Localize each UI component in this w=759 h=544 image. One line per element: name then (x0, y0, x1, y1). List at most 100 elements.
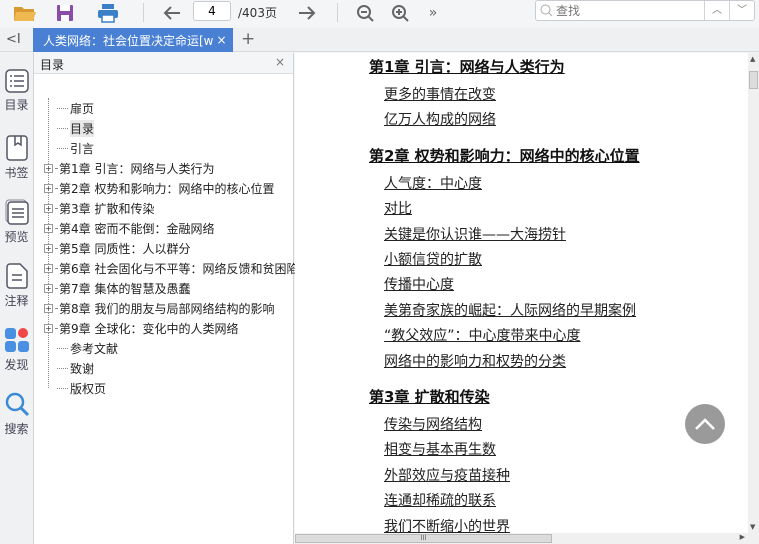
section-link[interactable]: 关键是你认识谁——大海捞针 (384, 224, 566, 244)
section-link[interactable]: 美第奇家族的崛起：人际网络的早期案例 (384, 300, 636, 320)
section-link[interactable]: 人气度：中心度 (384, 173, 482, 193)
toc-item[interactable]: 目录 (44, 118, 95, 138)
expand-icon[interactable]: + (44, 223, 53, 233)
search-input[interactable] (556, 1, 704, 20)
expand-icon[interactable]: + (44, 203, 53, 213)
open-folder-icon[interactable] (12, 2, 38, 24)
section-link[interactable]: 外部效应与疫苗接种 (384, 465, 510, 485)
toc-item[interactable]: + 第9章 全球化：变化中的人类网络 (44, 318, 238, 338)
toc-item[interactable]: 引言 (44, 138, 94, 158)
toc-item-label: 第6章 社会固化与不平等：网络反馈和贫困陷阱 (59, 261, 311, 276)
page-total: /403页 (238, 6, 277, 20)
toc-item-label: 第2章 权势和影响力：网络中的核心位置 (59, 181, 275, 196)
section-link[interactable]: 连通却稀疏的联系 (384, 490, 496, 510)
toc-item[interactable]: + 第7章 集体的智慧及愚蠢 (44, 278, 190, 298)
rail-discover[interactable]: 发现 (0, 327, 33, 373)
scroll-thumb[interactable]: III (295, 534, 552, 543)
expand-icon[interactable]: + (44, 243, 53, 253)
rail-label: 预览 (4, 230, 29, 244)
close-tab-icon[interactable]: × (217, 33, 227, 47)
rail-search[interactable]: 搜索 (0, 391, 33, 437)
tab-title: 人类网络：社会位置决定命运[w (43, 33, 214, 48)
toc-item-label: 第4章 密而不能倒：金融网络 (59, 221, 215, 236)
close-toc-icon[interactable]: × (275, 55, 285, 69)
note-icon (5, 263, 28, 289)
tab-document[interactable]: 人类网络：社会位置决定命运[w × (33, 28, 233, 52)
toc-item-label: 致谢 (70, 361, 95, 376)
chapter-link[interactable]: 第2章 权势和影响力：网络中的核心位置 (369, 145, 640, 166)
toc-item[interactable]: + 第6章 社会固化与不平等：网络反馈和贫困陷阱 (44, 258, 310, 278)
tree-connector (55, 307, 57, 309)
tree-connector (55, 187, 57, 189)
rail-label: 搜索 (4, 422, 29, 436)
search-next-button[interactable]: ﹀ (729, 1, 754, 20)
toc-item[interactable]: + 第5章 同质性：人以群分 (44, 238, 190, 258)
rail-annotations[interactable]: 注释 (0, 263, 33, 309)
section-link[interactable]: 更多的事情在改变 (384, 84, 496, 104)
search-prev-button[interactable]: ︿ (704, 1, 729, 20)
toc-item[interactable]: + 第2章 权势和影响力：网络中的核心位置 (44, 178, 274, 198)
tree-connector (55, 267, 57, 269)
toc-item-label: 扉页 (70, 101, 95, 116)
toc-title: 目录 (40, 58, 65, 72)
page-number-input[interactable] (193, 1, 231, 21)
rail-preview[interactable]: 预览 (0, 199, 33, 245)
toolbar: /403页 » ︿ ﹀ (0, 0, 759, 26)
tree-connector (55, 167, 57, 169)
collapse-sidebar-button[interactable]: <I (6, 32, 21, 47)
zoom-out-icon[interactable] (354, 2, 376, 24)
section-link[interactable]: 传染与网络结构 (384, 414, 482, 434)
section-link[interactable]: 网络中的影响力和权势的分类 (384, 351, 566, 371)
rail-label: 注释 (4, 294, 29, 308)
toc-item-label: 参考文献 (70, 341, 119, 356)
section-link[interactable]: 对比 (384, 198, 412, 218)
rail-toc[interactable]: 目录 (0, 69, 33, 113)
horizontal-scrollbar[interactable]: III ▶ (295, 533, 759, 544)
previous-page-icon[interactable] (160, 2, 184, 24)
pages-preview-icon (5, 199, 29, 225)
rail-label: 发现 (4, 358, 29, 372)
toc-item[interactable]: + 第3章 扩散和传染 (44, 198, 154, 218)
scroll-thumb[interactable] (749, 71, 758, 89)
toc-item[interactable]: 版权页 (44, 378, 106, 398)
toc-item-label: 目录 (70, 119, 95, 137)
toc-item-label: 第9章 全球化：变化中的人类网络 (59, 321, 239, 336)
print-icon[interactable] (96, 2, 120, 24)
rail-bookmarks[interactable]: 书签 (0, 135, 33, 181)
tree-connector (57, 107, 68, 109)
section-link[interactable]: 小额信贷的扩散 (384, 249, 482, 269)
more-tools-button[interactable]: » (425, 2, 441, 24)
chapter-link[interactable]: 第3章 扩散和传染 (369, 386, 490, 407)
rail-label: 目录 (4, 98, 29, 112)
toc-item[interactable]: + 第4章 密而不能倒：金融网络 (44, 218, 214, 238)
toc-item[interactable]: 参考文献 (44, 338, 118, 358)
bookmark-icon (5, 135, 28, 161)
new-tab-button[interactable]: + (241, 29, 255, 49)
expand-icon[interactable]: + (44, 163, 53, 173)
section-link[interactable]: 相变与基本再生数 (384, 439, 496, 459)
toc-item[interactable]: + 第8章 我们的朋友与局部网络结构的影响 (44, 298, 274, 318)
tree-connector (55, 327, 57, 329)
toc-item[interactable]: + 第1章 引言：网络与人类行为 (44, 158, 214, 178)
toc-header: 目录 × (34, 53, 293, 74)
expand-icon[interactable]: + (44, 323, 53, 333)
vertical-scrollbar[interactable]: ▲ ▼ (748, 53, 759, 533)
expand-icon[interactable]: + (44, 303, 53, 313)
toc-item-label: 第8章 我们的朋友与局部网络结构的影响 (59, 301, 275, 316)
section-link[interactable]: 亿万人构成的网络 (384, 109, 496, 129)
expand-icon[interactable]: + (44, 283, 53, 293)
toc-item[interactable]: 扉页 (44, 98, 94, 118)
toc-item-label: 第1章 引言：网络与人类行为 (59, 161, 215, 176)
tree-connector (57, 387, 68, 389)
toc-item[interactable]: 致谢 (44, 358, 94, 378)
chevron-up-icon (695, 418, 715, 430)
section-link[interactable]: “教父效应”：中心度带来中心度 (384, 325, 581, 345)
back-to-top-button[interactable] (685, 404, 725, 444)
next-page-icon[interactable] (295, 2, 319, 24)
zoom-in-icon[interactable] (389, 2, 411, 24)
expand-icon[interactable]: + (44, 263, 53, 273)
section-link[interactable]: 传播中心度 (384, 274, 454, 294)
chapter-link[interactable]: 第1章 引言：网络与人类行为 (369, 56, 565, 77)
save-icon[interactable] (54, 2, 76, 24)
expand-icon[interactable]: + (44, 183, 53, 193)
